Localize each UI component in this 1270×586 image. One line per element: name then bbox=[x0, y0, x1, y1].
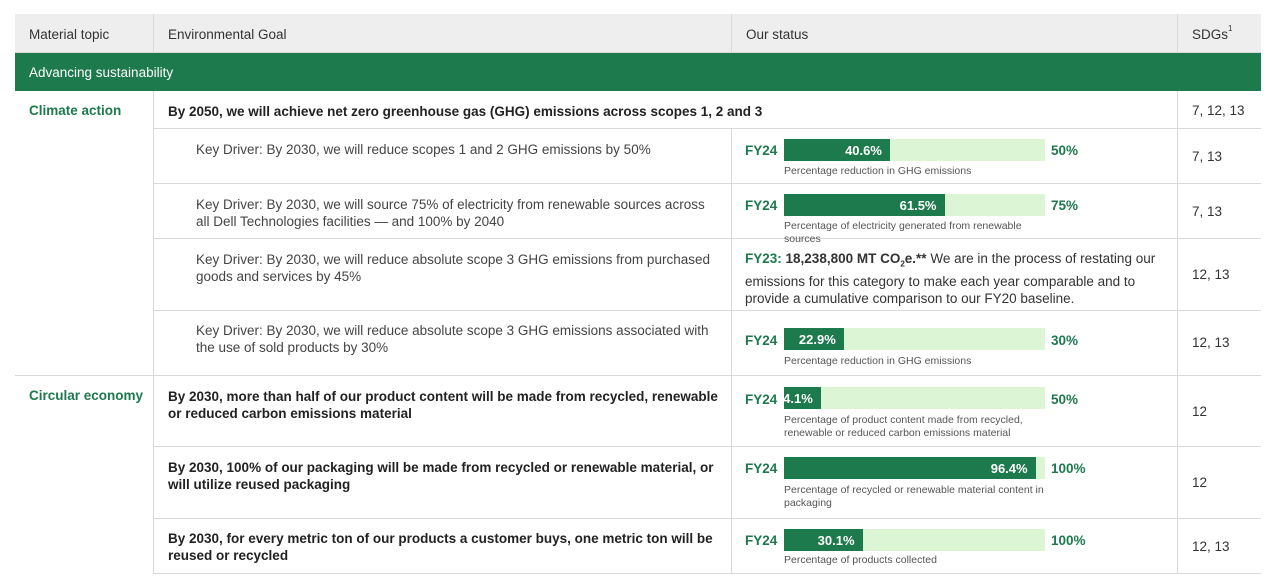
status-cell: FY23: 18,238,800 MT CO2e.** We are in th… bbox=[732, 239, 1178, 310]
target-value: 50% bbox=[1051, 143, 1079, 158]
target-value: 100% bbox=[1051, 533, 1086, 548]
table-row: Key Driver: By 2030, we will reduce abso… bbox=[154, 311, 1261, 375]
sdg-numbers: 12 bbox=[1192, 404, 1208, 419]
goal-text: By 2030, 100% of our packaging will be m… bbox=[168, 460, 714, 492]
progress-bar: 30.1% bbox=[784, 529, 1045, 551]
emissions-unit: e.** bbox=[904, 251, 927, 266]
progress-caption: Percentage reduction in GHG emissions bbox=[784, 165, 972, 177]
header-material-topic: Material topic bbox=[29, 27, 110, 42]
progress-bar: 61.5% bbox=[784, 194, 1045, 216]
footnote-marker: 1 bbox=[1228, 24, 1233, 33]
target-value: 50% bbox=[1051, 392, 1079, 407]
goals-table: Material topic Environmental Goal Our st… bbox=[15, 14, 1261, 574]
progress-value: 22.9% bbox=[798, 332, 836, 347]
progress-fill: 30.1% bbox=[784, 529, 863, 551]
target-value: 100% bbox=[1051, 461, 1086, 476]
sdg-numbers: 12, 13 bbox=[1192, 267, 1230, 282]
progress-caption: Percentage of recycled or renewable mate… bbox=[784, 484, 1044, 509]
status-cell: FY24 30.1% 100% Percentage of products c… bbox=[732, 519, 1178, 573]
sdg-numbers: 12, 13 bbox=[1192, 539, 1230, 554]
progress-bar: 40.6% bbox=[784, 139, 1045, 161]
progress-value: 40.6% bbox=[845, 143, 882, 158]
header-sdgs-label: SDGs bbox=[1192, 27, 1229, 42]
goal-text: Key Driver: By 2030, we will reduce abso… bbox=[196, 252, 710, 284]
goal-text: By 2030, more than half of our product c… bbox=[168, 389, 718, 421]
section-band: Advancing sustainability bbox=[15, 53, 1261, 91]
topic-climate-action: Climate action bbox=[29, 103, 122, 118]
table-row: By 2050, we will achieve net zero greenh… bbox=[154, 91, 1261, 129]
goal-text: Key Driver: By 2030, we will reduce scop… bbox=[196, 142, 651, 157]
status-text-block: FY23: 18,238,800 MT CO2e.** We are in th… bbox=[745, 250, 1163, 307]
topic-circular-economy: Circular economy bbox=[29, 388, 144, 403]
target-value: 75% bbox=[1051, 198, 1079, 213]
table-row: Key Driver: By 2030, we will source 75% … bbox=[154, 184, 1261, 245]
progress-fill: 14.1% bbox=[776, 387, 821, 409]
progress-bar: 22.9% bbox=[784, 328, 1045, 350]
status-cell: FY24 14.1% 50% Percentage of product con… bbox=[732, 376, 1178, 446]
sdg-numbers: 12 bbox=[1192, 475, 1208, 490]
goal-text: Key Driver: By 2030, we will source 75% … bbox=[196, 197, 705, 229]
progress-fill: 96.4% bbox=[784, 457, 1036, 479]
fiscal-year-label: FY24 bbox=[745, 461, 778, 476]
status-cell: FY24 40.6% 50% Percentage reduction in G… bbox=[732, 129, 1178, 183]
table-row: By 2030, 100% of our packaging will be m… bbox=[154, 447, 1261, 519]
progress-fill: 22.9% bbox=[784, 328, 844, 350]
table-header: Material topic Environmental Goal Our st… bbox=[15, 14, 1261, 53]
fiscal-year-label: FY24 bbox=[745, 333, 778, 348]
target-value: 30% bbox=[1051, 333, 1079, 348]
status-cell: FY24 96.4% 100% Percentage of recycled o… bbox=[732, 447, 1178, 518]
progress-fill: 40.6% bbox=[784, 139, 890, 161]
header-our-status: Our status bbox=[746, 27, 809, 42]
fiscal-year-label: FY24 bbox=[745, 392, 778, 407]
progress-caption: Percentage of products collected bbox=[784, 554, 937, 566]
sdg-numbers: 7, 13 bbox=[1192, 149, 1223, 164]
goal-text: By 2050, we will achieve net zero greenh… bbox=[168, 104, 763, 119]
progress-value: 96.4% bbox=[990, 461, 1028, 476]
progress-bar: 14.1% bbox=[776, 387, 1045, 409]
header-sdgs: SDGs1 bbox=[1192, 24, 1233, 42]
fiscal-year-label: FY24 bbox=[745, 198, 778, 213]
status-cell: FY24 22.9% 30% Percentage reduction in G… bbox=[732, 311, 1178, 375]
progress-bar: 96.4% bbox=[784, 457, 1045, 479]
goal-text: By 2030, for every metric ton of our pro… bbox=[168, 531, 713, 563]
progress-caption: Percentage of product content made from … bbox=[784, 414, 1023, 439]
fiscal-year-label: FY24 bbox=[745, 533, 778, 548]
goal-text: Key Driver: By 2030, we will reduce abso… bbox=[196, 323, 709, 355]
progress-caption: Percentage reduction in GHG emissions bbox=[784, 355, 972, 367]
progress-value: 14.1% bbox=[775, 391, 813, 406]
table-row: Key Driver: By 2030, we will reduce abso… bbox=[154, 239, 1261, 311]
table-row: By 2030, more than half of our product c… bbox=[154, 376, 1261, 447]
emissions-value: 18,238,800 MT CO2e.** bbox=[785, 251, 927, 269]
climate-action-group: Climate action By 2050, we will achieve … bbox=[15, 91, 1261, 375]
status-cell: FY24 61.5% 75% Percentage of electricity… bbox=[732, 184, 1178, 245]
circular-economy-group: Circular economy By 2030, more than half… bbox=[15, 376, 1261, 574]
emissions-amount: 18,238,800 MT CO bbox=[785, 251, 901, 266]
sdg-numbers: 7, 13 bbox=[1192, 204, 1223, 219]
progress-value: 61.5% bbox=[899, 198, 937, 213]
circular-topic-cell: Circular economy bbox=[15, 376, 154, 574]
climate-topic-cell: Climate action bbox=[15, 91, 154, 375]
progress-value: 30.1% bbox=[817, 533, 855, 548]
table-row: By 2030, for every metric ton of our pro… bbox=[154, 519, 1261, 574]
header-environmental-goal: Environmental Goal bbox=[168, 27, 287, 42]
section-title: Advancing sustainability bbox=[29, 65, 174, 80]
progress-fill: 61.5% bbox=[784, 194, 945, 216]
table-row: Key Driver: By 2030, we will reduce scop… bbox=[154, 129, 1261, 184]
fiscal-year-label: FY24 bbox=[745, 143, 778, 158]
fiscal-year-label: FY23: bbox=[745, 251, 782, 266]
sdg-numbers: 12, 13 bbox=[1192, 335, 1230, 350]
sdg-numbers: 7, 12, 13 bbox=[1192, 103, 1245, 118]
